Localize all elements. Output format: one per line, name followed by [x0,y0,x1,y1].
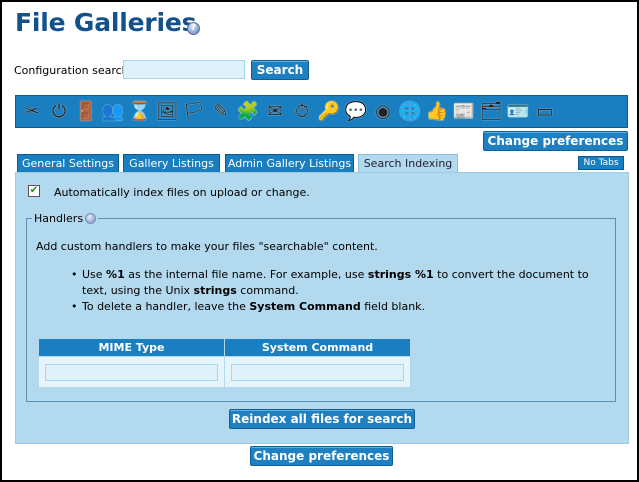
auto-index-label: Automatically index files on upload or c… [54,186,310,199]
mail-icon[interactable]: ✉ [262,99,288,125]
config-search-input[interactable] [123,60,245,79]
table-row [38,356,411,388]
handlers-table: MIME Type System Command [38,338,411,388]
change-preferences-top-button[interactable]: Change preferences [483,131,628,151]
hourglass-icon[interactable]: ⌛ [127,99,153,125]
id-card-icon[interactable]: 🪪 [505,99,531,125]
keys-icon[interactable]: 🔑 [316,99,342,125]
german-flag-icon[interactable]: 🏳 [181,99,207,125]
handlers-intro: Add custom handlers to make your files "… [36,240,378,253]
tools-icon[interactable]: ✂ [19,99,45,125]
instruction-item: Use %1 as the internal file name. For ex… [71,267,601,299]
handlers-instructions: Use %1 as the internal file name. For ex… [71,267,601,315]
rss-icon[interactable]: ◉ [370,99,396,125]
window-frame: File Galleries ? Configuration search: S… [0,0,639,482]
column-header-system-command: System Command [224,338,411,357]
handlers-legend-text: Handlers [34,212,84,225]
tab-admin-gallery-listings[interactable]: Admin Gallery Listings [225,154,354,172]
cards-icon[interactable]: 🗂 [478,99,504,125]
login-icon[interactable]: 🚪 [73,99,99,125]
help-icon[interactable]: ? [187,22,200,35]
edit-icon[interactable]: ✎ [208,99,234,125]
power-icon[interactable]: ⏻ [46,99,72,125]
image-icon[interactable]: 🖼 [154,99,180,125]
tab-general-settings[interactable]: General Settings [17,154,119,172]
thumbs-up-icon[interactable]: 👍 [424,99,450,125]
handlers-legend: Handlers [32,212,99,225]
auto-index-checkbox[interactable]: ✔ [28,185,40,197]
reindex-button[interactable]: Reindex all files for search [229,409,415,429]
admin-toolbar: ✂ ⏻ 🚪 👥 ⌛ 🖼 🏳 ✎ 🧩 ✉ ⏱ 🔑 💬 ◉ 🌐 👍 📰 🗂 🪪 ▭ [15,95,628,128]
window-icon[interactable]: ▭ [532,99,558,125]
clock-icon[interactable]: ⏱ [289,99,315,125]
search-button[interactable]: Search [251,60,309,80]
users-icon[interactable]: 👥 [100,99,126,125]
column-header-mime-type: MIME Type [38,338,225,357]
handlers-help-icon[interactable] [85,213,97,224]
search-indexing-panel: ✔ Automatically index files on upload or… [15,172,629,444]
config-search-label: Configuration search: [14,64,133,77]
newspaper-icon[interactable]: 📰 [451,99,477,125]
mime-type-input[interactable] [45,363,218,381]
change-preferences-bottom-button[interactable]: Change preferences [250,446,393,466]
chat-bubble-icon[interactable]: 💬 [343,99,369,125]
no-tabs-button[interactable]: No Tabs [578,156,624,170]
tab-search-indexing[interactable]: Search Indexing [358,154,458,173]
system-command-input[interactable] [231,363,404,381]
page-title: File Galleries [15,8,197,37]
puzzle-icon[interactable]: 🧩 [235,99,261,125]
globe-icon[interactable]: 🌐 [397,99,423,125]
instruction-item: To delete a handler, leave the System Co… [71,299,601,315]
tab-gallery-listings[interactable]: Gallery Listings [123,154,220,172]
